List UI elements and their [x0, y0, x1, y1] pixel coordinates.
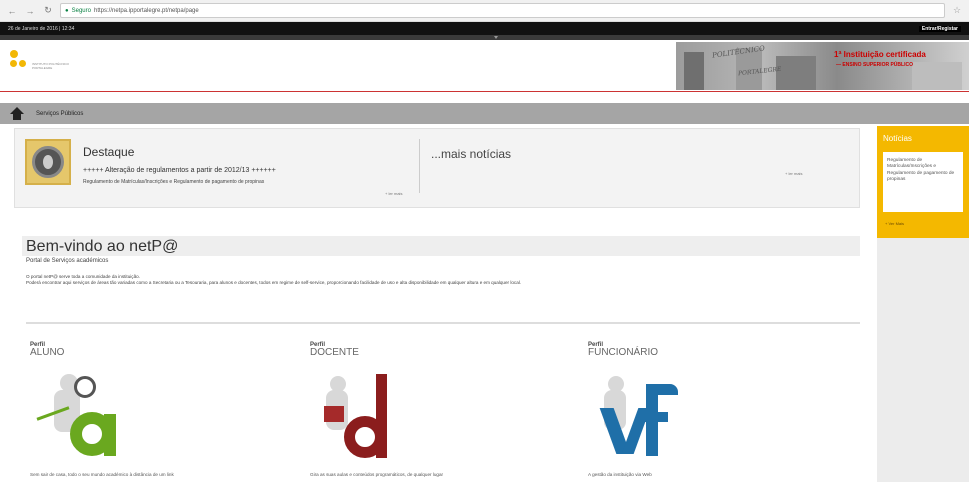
featured-panel: Destaque +++++ Alteração de regulamentos… [14, 128, 860, 208]
profile-description: Sem sair de casa, todo o seu mundo acadé… [30, 472, 174, 477]
date-time: 26 de Janeiro de 2016 | 12:34 [8, 25, 75, 32]
header-banner: POLITÉCNICO PORTALEGRE 1ª Instituição ce… [676, 42, 969, 90]
lock-icon: ● [65, 7, 69, 14]
profile-description: Gira as suas aulas e conteúdos programát… [310, 472, 444, 477]
breadcrumb: Serviços Públicos [0, 103, 969, 124]
more-news-title: ...mais notícias [431, 147, 512, 161]
news-item[interactable]: Regulamento de Matrículas/Inscrições e R… [883, 152, 963, 212]
welcome-header: Bem-vindo ao netP@ [22, 236, 860, 256]
profile-aluno[interactable]: Perfil ALUNO Sem sair de casa, todo o se… [30, 342, 270, 482]
news-panel: Notícias Regulamento de Matrículas/Inscr… [877, 126, 969, 238]
certified-subtext: — ENSINO SUPERIOR PÚBLICO [836, 62, 913, 68]
star-icon[interactable]: ☆ [951, 5, 963, 16]
profile-funcionario[interactable]: Perfil FUNCIONÁRIO A gestão da instituiç… [588, 342, 828, 482]
home-icon[interactable] [10, 107, 24, 120]
institution-logo[interactable]: INSTITUTO POLITÉCNICO PORTALEGRE [10, 50, 70, 80]
read-more-link[interactable]: + ler mais [385, 191, 402, 196]
profile-name: ALUNO [30, 347, 65, 358]
teacher-person-icon[interactable] [316, 368, 416, 468]
certified-text: 1ª Instituição certificada [834, 50, 926, 59]
section-divider [26, 322, 860, 324]
arrow-right-icon[interactable]: → [24, 5, 36, 17]
site-header: INSTITUTO POLITÉCNICO PORTALEGRE POLITÉC… [0, 40, 969, 92]
featured-headline[interactable]: +++++ Alteração de regulamentos a partir… [83, 167, 276, 174]
caret-down-icon[interactable] [494, 36, 498, 39]
globe-icon [25, 139, 71, 185]
page-title: Bem-vindo ao netP@ [26, 238, 179, 255]
featured-title: Destaque [83, 145, 135, 159]
staff-person-icon[interactable] [594, 368, 694, 468]
profile-name: FUNCIONÁRIO [588, 347, 658, 358]
breadcrumb-item-servicos[interactable]: Serviços Públicos [36, 111, 83, 117]
intro-line-2: Poderá encontrar aqui serviços de áreas … [26, 280, 522, 285]
address-bar[interactable]: ● Seguro https://netpa.ipportalegre.pt/n… [60, 3, 945, 18]
see-more-link[interactable]: + Ver Mais [885, 221, 904, 226]
read-more-news-link[interactable]: + ler mais [785, 171, 802, 176]
news-title: Notícias [883, 134, 912, 143]
profile-description: A gestão da instituição via Web [588, 472, 652, 477]
arrow-left-icon[interactable]: ← [6, 5, 18, 17]
top-bar: 26 de Janeiro de 2016 | 12:34 Entrar/Reg… [0, 22, 969, 35]
url-text: https://netpa.ipportalegre.pt/netpa/page [93, 7, 199, 14]
profile-docente[interactable]: Perfil DOCENTE Gira as suas aulas e cont… [310, 342, 550, 482]
browser-toolbar: ← → ↻ ● Seguro https://netpa.ipportalegr… [0, 0, 969, 22]
logo-text: INSTITUTO POLITÉCNICO PORTALEGRE [32, 62, 69, 70]
main-content: Destaque +++++ Alteração de regulamentos… [10, 126, 867, 482]
intro-text: O portal netP@ serve toda a comunidade d… [26, 274, 521, 286]
reload-icon[interactable]: ↻ [42, 5, 54, 17]
featured-description: Regulamento de Matrículas/Inscrições e R… [83, 179, 265, 185]
page-subtitle: Portal de Serviços académicos [26, 258, 109, 264]
login-link[interactable]: Entrar/Registar [918, 25, 961, 32]
profile-name: DOCENTE [310, 347, 359, 358]
secure-label: Seguro [71, 7, 91, 14]
magnifier-person-icon[interactable] [36, 368, 136, 468]
right-sidebar: Notícias Regulamento de Matrículas/Inscr… [877, 126, 969, 482]
divider [419, 139, 420, 193]
